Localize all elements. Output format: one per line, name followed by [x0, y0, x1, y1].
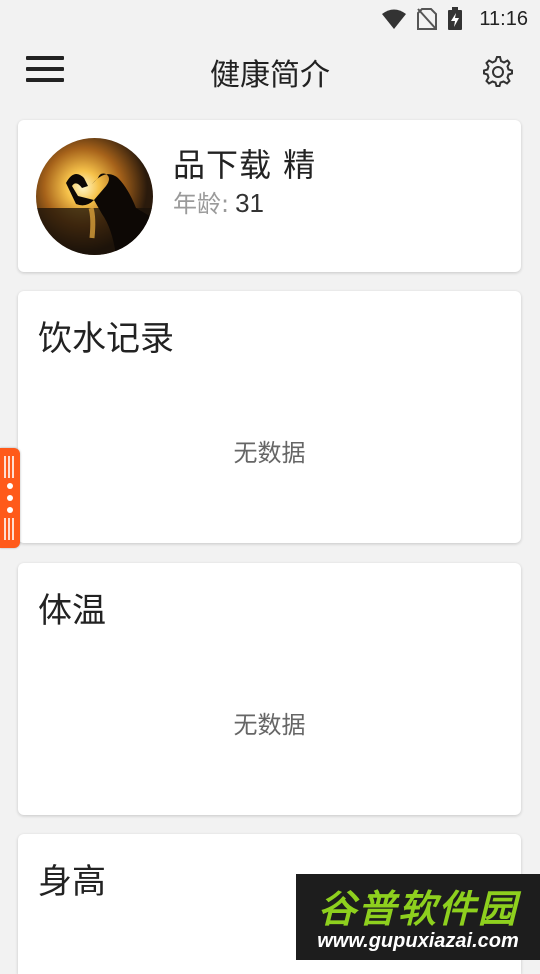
temperature-card[interactable]: 体温 无数据: [18, 563, 521, 815]
water-record-card[interactable]: 饮水记录 无数据: [18, 291, 521, 543]
watermark: 谷普软件园 www.gupuxiazai.com: [296, 874, 540, 960]
app-bar: 健康简介: [0, 38, 540, 102]
page-title: 健康简介: [210, 58, 330, 93]
card-title: 身高: [38, 862, 106, 902]
card-title: 体温: [38, 591, 106, 631]
age-label: 年龄:: [173, 190, 230, 218]
gear-icon: [483, 56, 513, 87]
card-title: 饮水记录: [38, 319, 174, 359]
age-value: 31: [235, 188, 265, 218]
profile-age: 年龄: 31: [173, 184, 264, 219]
menu-icon-line: [26, 67, 64, 71]
menu-icon-line: [26, 56, 64, 60]
no-data-text: 无数据: [233, 439, 306, 467]
battery-charging-icon: [447, 7, 463, 31]
watermark-url: www.gupuxiazai.com: [317, 930, 519, 952]
floating-side-handle[interactable]: [0, 448, 20, 548]
no-data-text: 无数据: [233, 711, 306, 739]
settings-button[interactable]: [480, 54, 514, 88]
profile-name: 品下载 精: [173, 146, 317, 184]
status-time: 11:16: [479, 7, 528, 30]
watermark-title: 谷普软件园: [317, 887, 518, 931]
drag-handle-icon: [4, 456, 14, 540]
no-sim-icon: [417, 7, 438, 31]
profile-card[interactable]: 品下载 精 年龄: 31: [18, 120, 521, 272]
avatar[interactable]: [36, 138, 153, 255]
menu-button[interactable]: [26, 56, 64, 84]
menu-icon-line: [26, 78, 64, 82]
status-bar: 11:16: [0, 0, 540, 38]
wifi-icon: [381, 8, 407, 30]
